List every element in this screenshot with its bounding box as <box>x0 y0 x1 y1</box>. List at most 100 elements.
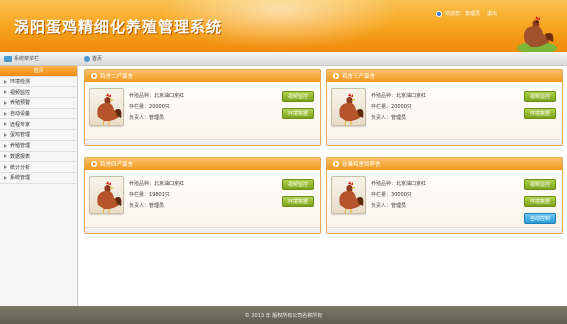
card-footer <box>85 139 320 145</box>
breadcrumb: 首页 <box>84 55 102 62</box>
sidebar-item-statistics[interactable]: 统计分析 <box>0 162 77 173</box>
sidebar-item-video[interactable]: 视频监控 <box>0 87 77 99</box>
menu-title: 系统菜单栏 <box>4 55 39 62</box>
arrow-right-icon <box>4 132 7 137</box>
environment-data-button[interactable]: 环境数据 <box>282 108 314 119</box>
sidebar-item-label: 视频监控 <box>10 89 31 96</box>
card-info: 养殖品种：北京油口京红 存栏量：20000只 负责人：管理员 <box>371 91 426 124</box>
arrow-right-icon <box>4 111 7 116</box>
hen-logo-icon <box>517 16 557 52</box>
house-card: 鸡舍四产蛋舍 养殖品种：北京油口京红 存栏量：19801只 负责人：管理员 视频 <box>84 157 321 234</box>
arrow-right-icon <box>4 165 7 170</box>
sidebar-item-label: 首页 <box>33 68 44 75</box>
sidebar: 首页 环境检测 视频监控 养殖预警 自动设备 远程专家 蛋鸡管理 养殖管理 数据… <box>0 66 78 306</box>
welcome-text: 欢迎您：管理员 <box>444 11 480 17</box>
sidebar-item-label: 养殖管理 <box>10 143 31 150</box>
manager-value: 管理员 <box>391 115 407 121</box>
arrow-circle-icon <box>91 73 97 79</box>
stock-label: 存栏量： <box>371 192 392 198</box>
breed-value: 北京油口京红 <box>396 181 427 187</box>
manager-value: 管理员 <box>149 115 165 121</box>
arrow-right-icon <box>4 122 7 127</box>
main-content: 鸡舍二产蛋舍 养殖品种：北京油口京红 存栏量：20000只 负责人：管理员 视频 <box>80 66 567 306</box>
home-icon <box>84 55 90 62</box>
card-footer <box>327 139 562 145</box>
manager-label: 负责人： <box>129 203 150 209</box>
hen-thumbnail <box>89 176 124 214</box>
breed-label: 养殖品种： <box>371 93 397 99</box>
app-title: 涡阳蛋鸡精细化养殖管理系统 <box>14 18 223 36</box>
sidebar-item-environment[interactable]: 环境检测 <box>0 77 77 88</box>
manager-label: 负责人： <box>129 115 150 121</box>
hen-thumbnail <box>331 176 366 214</box>
hen-icon <box>97 181 122 214</box>
card-header: 鸡舍四产蛋舍 <box>85 158 320 170</box>
copyright-text: © 2013 年 版权所有公司名称所有 <box>244 312 323 319</box>
card-header: 鸡舍三产蛋舍 <box>327 70 562 82</box>
hen-thumbnail <box>89 88 124 126</box>
stock-value: 30000只 <box>391 192 412 198</box>
arrow-right-icon <box>4 100 7 105</box>
breed-value: 北京油口京红 <box>154 93 185 99</box>
stock-label: 存栏量： <box>129 192 150 198</box>
sub-header-bar: 系统菜单栏 首页 <box>0 52 567 66</box>
arrow-right-icon <box>4 90 7 95</box>
house-card: 幼雏鸡舍饲养舍 养殖品种：北京油口京红 存栏量：30000只 负责人：管理员 视 <box>326 157 563 234</box>
manager-value: 管理员 <box>391 203 407 209</box>
environment-data-button[interactable]: 环境数据 <box>524 196 556 207</box>
stock-value: 20000只 <box>149 104 170 110</box>
hen-icon <box>97 93 122 126</box>
stock-label: 存栏量： <box>371 104 392 110</box>
sidebar-item-system[interactable]: 系统管理 <box>0 173 77 184</box>
house-card: 鸡舍三产蛋舍 养殖品种：北京油口京红 存栏量：20000只 负责人：管理员 视频 <box>326 69 563 146</box>
hen-thumbnail <box>331 88 366 126</box>
arrow-right-icon <box>4 154 7 159</box>
sidebar-item-label: 养殖预警 <box>10 100 31 107</box>
logout-link[interactable]: 退出 <box>487 10 497 17</box>
sidebar-item-label: 环境检测 <box>10 79 31 86</box>
stock-value: 19801只 <box>149 192 170 198</box>
arrow-circle-icon <box>333 73 339 79</box>
environment-data-button[interactable]: 环境数据 <box>282 196 314 207</box>
card-footer <box>327 227 562 233</box>
arrow-right-icon <box>4 175 7 180</box>
card-footer <box>85 227 320 233</box>
sidebar-item-experts[interactable]: 远程专家 <box>0 119 77 131</box>
manager-value: 管理员 <box>149 203 165 209</box>
card-header: 幼雏鸡舍饲养舍 <box>327 158 562 170</box>
card-title: 鸡舍三产蛋舍 <box>342 74 376 80</box>
footer: © 2013 年 版权所有公司名称所有 <box>0 306 567 324</box>
app-window: 涡阳蛋鸡精细化养殖管理系统 欢迎您：管理员 退出 系统菜单栏 首页 首页 环境检… <box>0 0 567 324</box>
arrow-right-icon <box>4 143 7 148</box>
card-header: 鸡舍二产蛋舍 <box>85 70 320 82</box>
sidebar-item-label: 自动设备 <box>10 111 31 118</box>
sidebar-item-breeding[interactable]: 养殖管理 <box>0 141 77 152</box>
video-monitor-button[interactable]: 视频监控 <box>282 179 314 190</box>
breadcrumb-home[interactable]: 首页 <box>92 55 102 62</box>
manager-label: 负责人： <box>371 203 392 209</box>
menu-title-label: 系统菜单栏 <box>14 56 40 62</box>
environment-data-button[interactable]: 环境数据 <box>524 108 556 119</box>
sidebar-item-label: 蛋鸡管理 <box>10 132 31 139</box>
video-monitor-button[interactable]: 视频监控 <box>524 179 556 190</box>
video-monitor-button[interactable]: 视频监控 <box>282 91 314 102</box>
breed-label: 养殖品种： <box>129 93 155 99</box>
breed-label: 养殖品种： <box>371 181 397 187</box>
user-icon <box>435 10 442 17</box>
card-info: 养殖品种：北京油口京红 存栏量：19801只 负责人：管理员 <box>129 179 184 212</box>
house-card: 鸡舍二产蛋舍 养殖品种：北京油口京红 存栏量：20000只 负责人：管理员 视频 <box>84 69 321 146</box>
card-title: 幼雏鸡舍饲养舍 <box>342 162 381 168</box>
auto-control-button[interactable]: 自动控制 <box>524 213 556 224</box>
hen-icon <box>339 93 364 126</box>
sidebar-item-warning[interactable]: 养殖预警 <box>0 98 77 109</box>
sidebar-item-hens[interactable]: 蛋鸡管理 <box>0 130 77 141</box>
breed-value: 北京油口京红 <box>396 93 427 99</box>
sidebar-item-devices[interactable]: 自动设备 <box>0 109 77 120</box>
card-title: 鸡舍四产蛋舍 <box>100 162 134 168</box>
stock-value: 20000只 <box>391 104 412 110</box>
sidebar-item-home[interactable]: 首页 <box>0 66 77 77</box>
video-monitor-button[interactable]: 视频监控 <box>524 91 556 102</box>
stock-label: 存栏量： <box>129 104 150 110</box>
sidebar-item-reports[interactable]: 数据报表 <box>0 152 77 163</box>
arrow-circle-icon <box>91 161 97 167</box>
